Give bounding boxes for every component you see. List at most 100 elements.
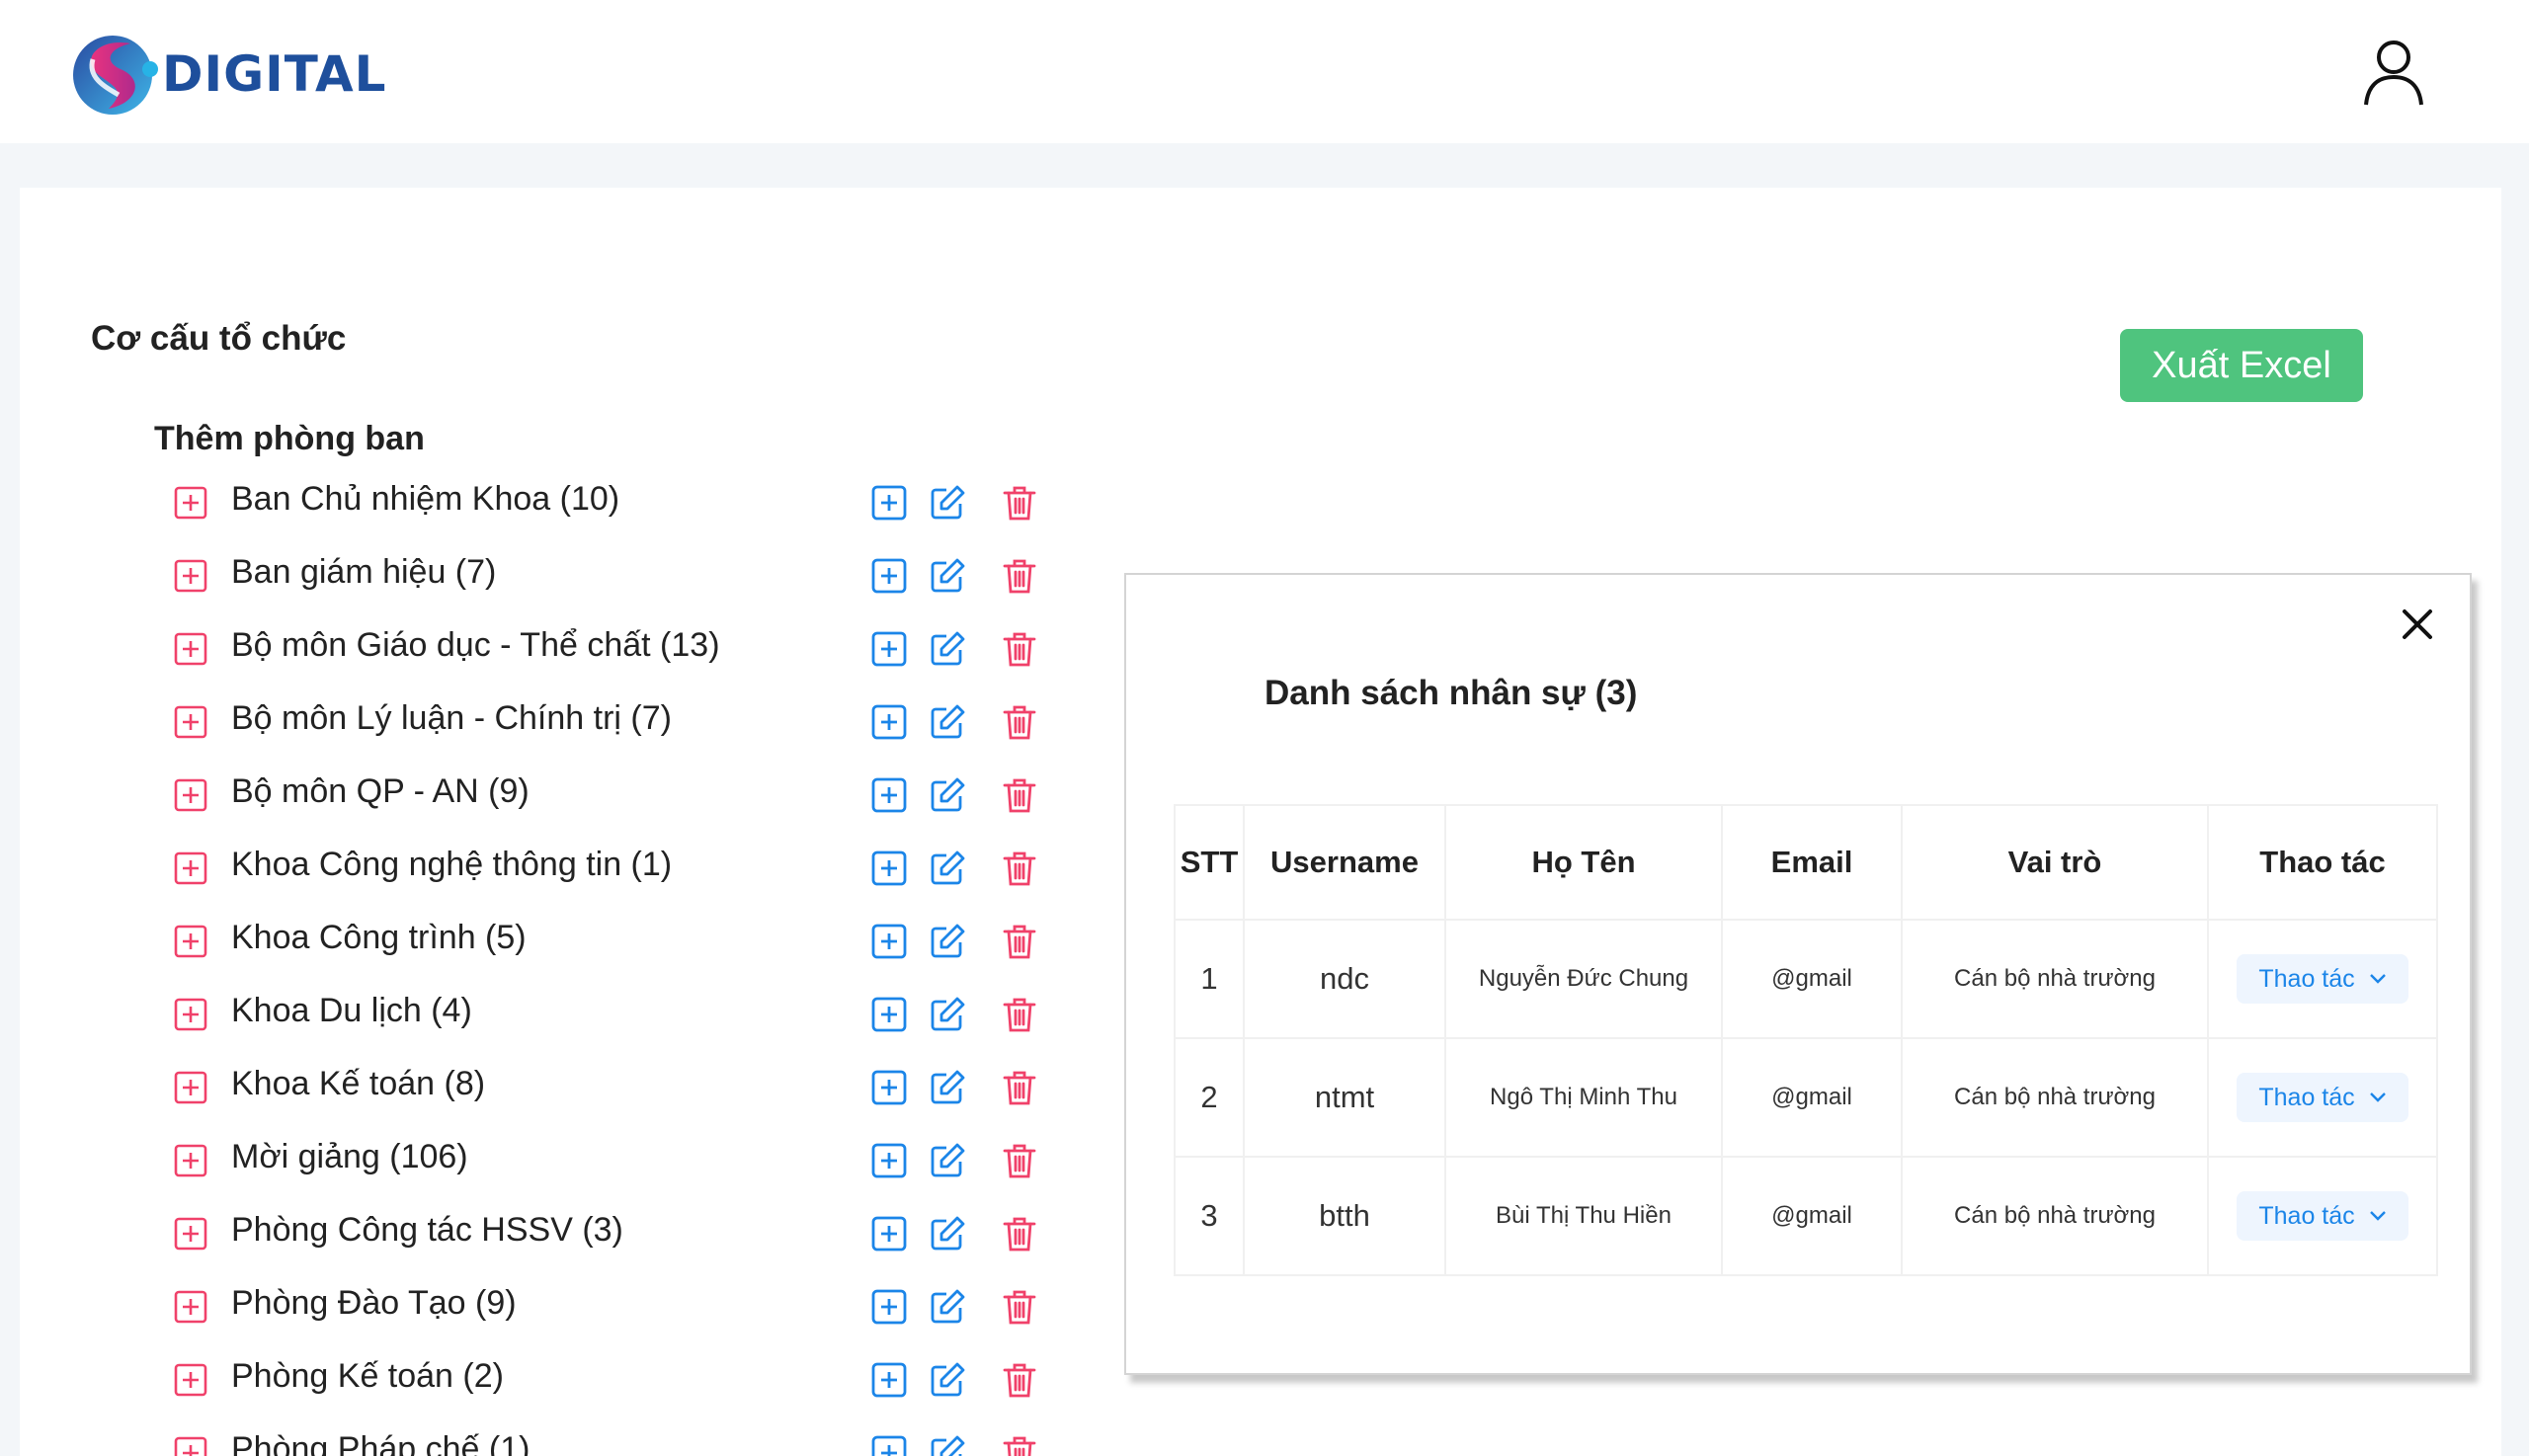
- top-header: DIGITAL: [0, 0, 2529, 143]
- table-header-row: STT Username Họ Tên Email Vai trò Thao t…: [1174, 804, 2438, 921]
- cell-full-name: Ngô Thị Minh Thu: [1444, 1037, 1723, 1158]
- edit-icon[interactable]: [929, 1434, 966, 1456]
- edit-icon[interactable]: [929, 1142, 966, 1179]
- expand-plus-icon[interactable]: [174, 1436, 207, 1456]
- delete-trash-icon[interactable]: [1001, 996, 1038, 1033]
- department-name[interactable]: Khoa Công nghệ thông tin (1): [231, 846, 672, 884]
- department-name[interactable]: Phòng Kế toán (2): [231, 1357, 504, 1396]
- department-name[interactable]: Phòng Công tác HSSV (3): [231, 1211, 623, 1250]
- add-sub-icon[interactable]: [870, 1215, 908, 1253]
- expand-plus-icon[interactable]: [174, 998, 207, 1031]
- add-sub-icon[interactable]: [870, 1434, 908, 1456]
- add-sub-icon[interactable]: [870, 1069, 908, 1106]
- cell-stt: 2: [1174, 1037, 1245, 1158]
- delete-trash-icon[interactable]: [1001, 849, 1038, 887]
- expand-plus-icon[interactable]: [174, 632, 207, 666]
- actions-dropdown-button[interactable]: Thao tác: [2237, 954, 2408, 1004]
- edit-icon[interactable]: [929, 484, 966, 522]
- expand-plus-icon[interactable]: [174, 1217, 207, 1251]
- department-item: Bộ môn Lý luận - Chính trị (7): [0, 691, 1087, 751]
- delete-trash-icon[interactable]: [1001, 776, 1038, 814]
- logo-mark-icon: [73, 36, 158, 115]
- staff-table: STT Username Họ Tên Email Vai trò Thao t…: [1174, 804, 2438, 1276]
- edit-icon[interactable]: [929, 1361, 966, 1399]
- department-item: Khoa Công trình (5): [0, 911, 1087, 970]
- column-header-stt: STT: [1174, 804, 1245, 921]
- delete-trash-icon[interactable]: [1001, 557, 1038, 595]
- department-name[interactable]: Khoa Công trình (5): [231, 919, 527, 957]
- department-name[interactable]: Phòng Pháp chế (1): [231, 1430, 530, 1456]
- department-name[interactable]: Khoa Du lịch (4): [231, 992, 472, 1030]
- edit-icon[interactable]: [929, 1069, 966, 1106]
- export-excel-button[interactable]: Xuất Excel: [2120, 329, 2363, 402]
- close-icon[interactable]: [2401, 607, 2434, 641]
- delete-trash-icon[interactable]: [1001, 630, 1038, 668]
- delete-trash-icon[interactable]: [1001, 484, 1038, 522]
- department-name[interactable]: Ban Chủ nhiệm Khoa (10): [231, 480, 619, 519]
- actions-dropdown-button[interactable]: Thao tác: [2237, 1191, 2408, 1241]
- edit-icon[interactable]: [929, 1215, 966, 1253]
- table-row: 3 btth Bùi Thị Thu Hiền @gmail Cán bộ nh…: [1174, 1156, 2438, 1276]
- cell-actions: Thao tác: [2207, 1156, 2438, 1276]
- delete-trash-icon[interactable]: [1001, 1142, 1038, 1179]
- delete-trash-icon[interactable]: [1001, 1434, 1038, 1456]
- column-header-role: Vai trò: [1901, 804, 2209, 921]
- department-item: Phòng Công tác HSSV (3): [0, 1203, 1087, 1262]
- expand-plus-icon[interactable]: [174, 1363, 207, 1397]
- add-sub-icon[interactable]: [870, 849, 908, 887]
- department-name[interactable]: Bộ môn Giáo dục - Thể chất (13): [231, 626, 720, 665]
- actions-dropdown-label: Thao tác: [2258, 1083, 2355, 1111]
- expand-plus-icon[interactable]: [174, 486, 207, 520]
- edit-icon[interactable]: [929, 923, 966, 960]
- expand-plus-icon[interactable]: [174, 1290, 207, 1324]
- department-name[interactable]: Khoa Kế toán (8): [231, 1065, 485, 1103]
- add-sub-icon[interactable]: [870, 1361, 908, 1399]
- edit-icon[interactable]: [929, 557, 966, 595]
- cell-actions: Thao tác: [2207, 919, 2438, 1039]
- add-sub-icon[interactable]: [870, 776, 908, 814]
- add-sub-icon[interactable]: [870, 1142, 908, 1179]
- brand-logo[interactable]: DIGITAL: [69, 30, 387, 119]
- department-name[interactable]: Bộ môn Lý luận - Chính trị (7): [231, 699, 672, 738]
- cell-actions: Thao tác: [2207, 1037, 2438, 1158]
- add-sub-icon[interactable]: [870, 484, 908, 522]
- cell-full-name: Nguyễn Đức Chung: [1444, 919, 1723, 1039]
- department-item: Khoa Kế toán (8): [0, 1057, 1087, 1116]
- delete-trash-icon[interactable]: [1001, 923, 1038, 960]
- expand-plus-icon[interactable]: [174, 925, 207, 958]
- department-name[interactable]: Phòng Đào Tạo (9): [231, 1284, 517, 1323]
- add-sub-icon[interactable]: [870, 1288, 908, 1326]
- expand-plus-icon[interactable]: [174, 1144, 207, 1177]
- add-sub-icon[interactable]: [870, 630, 908, 668]
- expand-plus-icon[interactable]: [174, 559, 207, 593]
- user-icon[interactable]: [2361, 38, 2426, 107]
- column-header-actions: Thao tác: [2207, 804, 2438, 921]
- add-sub-icon[interactable]: [870, 703, 908, 741]
- department-name[interactable]: Mời giảng (106): [231, 1138, 468, 1176]
- add-sub-icon[interactable]: [870, 923, 908, 960]
- delete-trash-icon[interactable]: [1001, 1361, 1038, 1399]
- delete-trash-icon[interactable]: [1001, 1069, 1038, 1106]
- department-item: Khoa Công nghệ thông tin (1): [0, 838, 1087, 897]
- add-sub-icon[interactable]: [870, 557, 908, 595]
- add-department-link[interactable]: Thêm phòng ban: [154, 420, 425, 458]
- cell-stt: 1: [1174, 919, 1245, 1039]
- edit-icon[interactable]: [929, 1288, 966, 1326]
- add-sub-icon[interactable]: [870, 996, 908, 1033]
- edit-icon[interactable]: [929, 996, 966, 1033]
- edit-icon[interactable]: [929, 776, 966, 814]
- edit-icon[interactable]: [929, 703, 966, 741]
- department-name[interactable]: Bộ môn QP - AN (9): [231, 772, 530, 811]
- department-name[interactable]: Ban giám hiệu (7): [231, 553, 496, 592]
- actions-dropdown-button[interactable]: Thao tác: [2237, 1073, 2408, 1122]
- delete-trash-icon[interactable]: [1001, 703, 1038, 741]
- expand-plus-icon[interactable]: [174, 778, 207, 812]
- delete-trash-icon[interactable]: [1001, 1288, 1038, 1326]
- department-item: Phòng Kế toán (2): [0, 1349, 1087, 1409]
- delete-trash-icon[interactable]: [1001, 1215, 1038, 1253]
- edit-icon[interactable]: [929, 630, 966, 668]
- expand-plus-icon[interactable]: [174, 1071, 207, 1104]
- edit-icon[interactable]: [929, 849, 966, 887]
- expand-plus-icon[interactable]: [174, 851, 207, 885]
- expand-plus-icon[interactable]: [174, 705, 207, 739]
